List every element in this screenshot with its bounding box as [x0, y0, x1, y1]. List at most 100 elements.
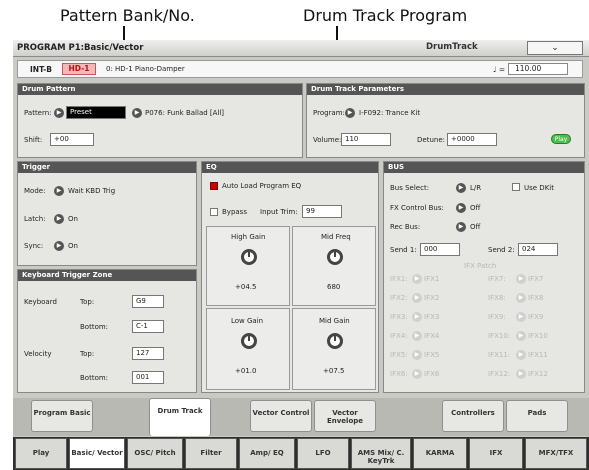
- drum-track-panel: Drum Track Parameters Program: ▶ I-F092:…: [306, 83, 585, 158]
- bypass-checkbox[interactable]: [210, 208, 218, 216]
- title-bar: PROGRAM P1:Basic/Vector DrumTrack ⌄: [13, 40, 589, 57]
- ifx-patch-label: IFX12:: [488, 370, 511, 378]
- high-gain-cell: High Gain +04.5: [206, 226, 290, 306]
- ifx-patch-label: IFX5:: [390, 351, 408, 359]
- maintab-mfx-tfx[interactable]: MFX/TFX: [525, 438, 587, 469]
- tab-program-basic[interactable]: Program Basic: [31, 400, 93, 432]
- callout-pattern-bank: Pattern Bank/No.: [60, 6, 195, 25]
- tab-pads[interactable]: Pads: [506, 400, 568, 432]
- play-button[interactable]: Play: [551, 134, 571, 144]
- ifx-patch-label: IFX Patch: [464, 262, 497, 270]
- ifx-patch-value: IFX5: [424, 351, 440, 359]
- maintab-ams-mix[interactable]: AMS Mix/ C. KeyTrk: [351, 438, 411, 469]
- tempo-label: ♩ =: [493, 65, 506, 74]
- pattern-number-field[interactable]: P076: Funk Ballad [All]: [145, 109, 224, 117]
- bus-select-value[interactable]: L/R: [470, 184, 481, 192]
- tab-controllers[interactable]: Controllers: [442, 400, 504, 432]
- pattern-bank-field[interactable]: Preset: [66, 106, 126, 119]
- low-gain-knob-icon[interactable]: [241, 333, 257, 349]
- kb-bottom-field[interactable]: C-1: [132, 320, 164, 333]
- ifx-patch-arrow-icon: ▶: [412, 369, 422, 379]
- volume-field[interactable]: 110: [341, 133, 391, 146]
- ifx-patch-label: IFX1:: [390, 275, 408, 283]
- mid-gain-label: Mid Gain: [319, 317, 350, 325]
- sync-value[interactable]: On: [68, 242, 78, 250]
- ifx-patch-value: IFX11: [528, 351, 548, 359]
- shift-field[interactable]: +00: [50, 133, 94, 146]
- program-select[interactable]: INT-B HD-1 0: HD-1 Piano-Damper ♩ = 110.…: [17, 60, 583, 78]
- latch-arrow-icon[interactable]: ▶: [54, 214, 64, 224]
- pattern-bank-arrow-icon[interactable]: ▶: [54, 108, 64, 118]
- mid-gain-value: +07.5: [323, 367, 345, 375]
- pattern-number-arrow-icon[interactable]: ▶: [132, 108, 142, 118]
- use-dkit-label: Use DKit: [524, 184, 554, 192]
- ifx-patch-arrow-icon: ▶: [412, 331, 422, 341]
- tempo-field[interactable]: 110.00: [508, 63, 568, 75]
- ifx-patch-value: IFX7: [528, 275, 544, 283]
- mid-freq-label: Mid Freq: [321, 233, 351, 241]
- drum-program-arrow-icon[interactable]: ▶: [345, 108, 355, 118]
- rec-bus-label: Rec Bus:: [390, 223, 421, 231]
- latch-value[interactable]: On: [68, 215, 78, 223]
- ifx-patch-label: IFX10:: [488, 332, 511, 340]
- detune-label: Detune:: [417, 136, 445, 144]
- vel-bottom-field[interactable]: 001: [132, 371, 164, 384]
- send2-field[interactable]: 024: [518, 243, 558, 256]
- auto-load-eq-checkbox[interactable]: [210, 182, 218, 190]
- fx-control-arrow-icon[interactable]: ▶: [456, 203, 466, 213]
- mid-gain-knob-icon[interactable]: [327, 333, 343, 349]
- mode-value[interactable]: Wait KBD Trig: [68, 187, 115, 195]
- drum-pattern-header: Drum Pattern: [18, 84, 302, 95]
- drum-program-label: Program:: [313, 109, 345, 117]
- ifx-patch-label: IFX2:: [390, 294, 408, 302]
- page-menu-button[interactable]: ⌄: [527, 41, 583, 55]
- ifx-patch-value: IFX8: [528, 294, 544, 302]
- detune-field[interactable]: +0000: [447, 133, 497, 146]
- maintab-play[interactable]: Play: [15, 438, 67, 469]
- sync-arrow-icon[interactable]: ▶: [54, 241, 64, 251]
- maintab-amp-eq[interactable]: Amp/ EQ: [239, 438, 295, 469]
- maintab-karma[interactable]: KARMA: [413, 438, 467, 469]
- maintab-osc-pitch[interactable]: OSC/ Pitch: [127, 438, 183, 469]
- kb-top-field[interactable]: G9: [132, 295, 164, 308]
- program-name: 0: HD-1 Piano-Damper: [106, 65, 185, 73]
- ifx-patch-arrow-icon: ▶: [516, 312, 526, 322]
- send1-field[interactable]: 000: [420, 243, 460, 256]
- use-dkit-checkbox[interactable]: [512, 183, 520, 191]
- tab-drum-track[interactable]: Drum Track: [149, 398, 211, 436]
- ifx-patch-label: IFX6:: [390, 370, 408, 378]
- page-tab-label: DrumTrack: [426, 42, 478, 52]
- ifx-patch-arrow-icon: ▶: [516, 331, 526, 341]
- ifx-patch-label: IFX4:: [390, 332, 408, 340]
- mid-freq-value: 680: [327, 283, 341, 291]
- drum-program-field[interactable]: I-F092: Trance Kit: [359, 109, 420, 117]
- fx-control-value[interactable]: Off: [470, 204, 480, 212]
- ifx-patch-value: IFX10: [528, 332, 548, 340]
- low-gain-label: Low Gain: [231, 317, 264, 325]
- rec-bus-value[interactable]: Off: [470, 223, 480, 231]
- ifx-patch-arrow-icon: ▶: [516, 369, 526, 379]
- bus-select-arrow-icon[interactable]: ▶: [456, 183, 466, 193]
- rec-bus-arrow-icon[interactable]: ▶: [456, 222, 466, 232]
- ifx-patch-arrow-icon: ▶: [516, 350, 526, 360]
- bank-label: INT-B: [30, 65, 52, 74]
- tab-vector-control[interactable]: Vector Control: [250, 400, 312, 432]
- ifx-patch-arrow-icon: ▶: [412, 312, 422, 322]
- ifx-patch-label: IFX9:: [488, 313, 506, 321]
- mid-freq-knob-icon[interactable]: [327, 249, 343, 265]
- maintab-basic-vector[interactable]: Basic/ Vector: [69, 438, 125, 469]
- maintab-lfo[interactable]: LFO: [297, 438, 349, 469]
- ifx-patch-arrow-icon: ▶: [412, 274, 422, 284]
- page-title: PROGRAM P1:Basic/Vector: [17, 43, 144, 53]
- mode-arrow-icon[interactable]: ▶: [54, 186, 64, 196]
- vel-top-field[interactable]: 127: [132, 347, 164, 360]
- high-gain-knob-icon[interactable]: [241, 249, 257, 265]
- input-trim-field[interactable]: 99: [302, 205, 342, 218]
- tab-vector-envelope[interactable]: Vector Envelope: [314, 400, 376, 432]
- kbd-zone-header: Keyboard Trigger Zone: [18, 270, 196, 281]
- keyboard-label: Keyboard: [24, 298, 57, 306]
- maintab-filter[interactable]: Filter: [185, 438, 237, 469]
- slot-badge: HD-1: [62, 63, 96, 75]
- maintab-ifx[interactable]: IFX: [469, 438, 523, 469]
- vel-top-label: Top:: [80, 350, 95, 358]
